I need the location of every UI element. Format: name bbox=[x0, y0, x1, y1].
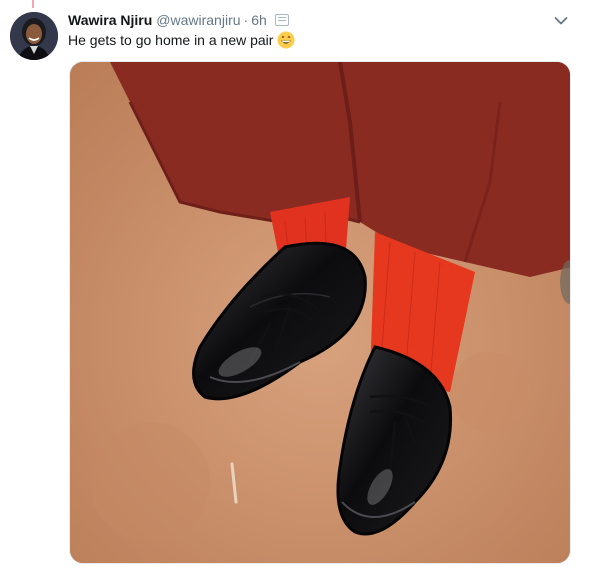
tweet-card[interactable]: Wawira Njiru @wawiranjiru · 6h He gets t… bbox=[0, 0, 592, 569]
tweet-photo[interactable] bbox=[69, 61, 571, 564]
separator-dot: · bbox=[243, 12, 249, 28]
tweet-text: He gets to go home in a new pair bbox=[68, 29, 295, 51]
timestamp[interactable]: 6h bbox=[251, 12, 267, 28]
chevron-down-icon[interactable] bbox=[550, 10, 572, 32]
thread-line bbox=[32, 0, 34, 8]
display-name[interactable]: Wawira Njiru bbox=[68, 12, 152, 28]
translate-icon[interactable] bbox=[274, 14, 289, 26]
tweet-text-content: He gets to go home in a new pair bbox=[68, 32, 274, 48]
username-handle[interactable]: @wawiranjiru bbox=[156, 12, 240, 28]
photo-shoes-illustration bbox=[70, 62, 570, 563]
avatar[interactable] bbox=[10, 12, 58, 60]
grinning-face-emoji-icon bbox=[277, 31, 295, 49]
tweet-header: Wawira Njiru @wawiranjiru · 6h bbox=[68, 11, 552, 29]
